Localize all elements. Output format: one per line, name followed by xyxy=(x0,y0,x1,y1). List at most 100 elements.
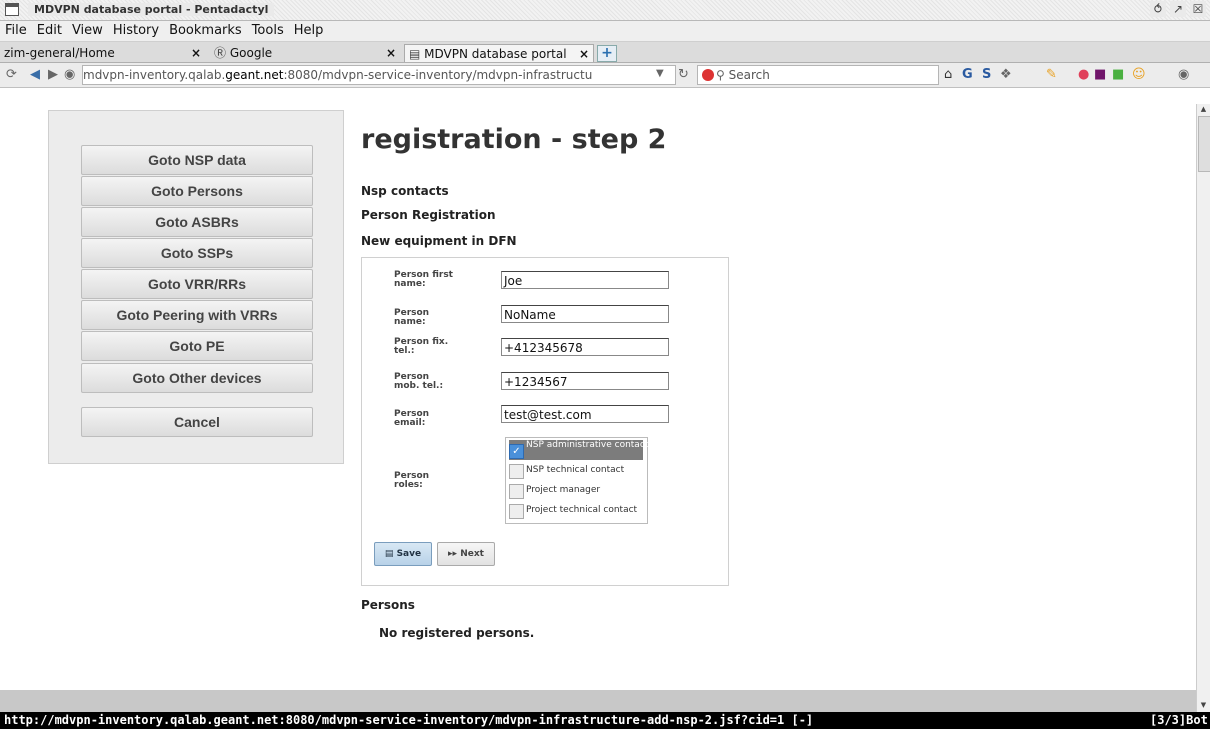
email-input[interactable]: test@test.com xyxy=(501,405,669,423)
vertical-scrollbar[interactable]: ▲ ▼ xyxy=(1196,104,1210,712)
page-footer-band xyxy=(0,690,1196,712)
tab-label: MDVPN database portal xyxy=(424,47,567,61)
extension-red-icon[interactable]: ● xyxy=(1078,67,1089,82)
status-position: [3/3]Bot xyxy=(1150,713,1208,727)
search-input[interactable]: ⚲ Search xyxy=(697,65,939,85)
goto-other-devices-button[interactable]: Goto Other devices xyxy=(81,363,313,393)
menu-file[interactable]: File xyxy=(0,21,32,38)
role-label: Project manager xyxy=(526,485,601,495)
page-content: Goto NSP data Goto Persons Goto ASBRs Go… xyxy=(0,88,1196,690)
no-persons-message: No registered persons. xyxy=(379,626,535,640)
page-icon: ▤ xyxy=(409,47,421,61)
section-person-registration: Person Registration xyxy=(361,208,496,222)
next-icon: ▸▸ xyxy=(448,549,458,559)
fix-tel-input[interactable]: +412345678 xyxy=(501,338,669,356)
role-project-manager[interactable]: Project manager xyxy=(509,482,643,500)
close-window-icon[interactable]: ☒ xyxy=(1190,1,1206,17)
tab-close-icon[interactable]: × xyxy=(191,44,201,62)
url-prefix: mdvpn-inventory.qalab. xyxy=(83,68,226,82)
google-icon: Ⓡ xyxy=(214,46,227,60)
window-title: MDVPN database portal - Pentadactyl xyxy=(28,3,275,16)
mob-tel-label: Person mob. tel.: xyxy=(394,372,444,391)
dropdown-icon[interactable]: ▼ xyxy=(656,68,664,79)
site-info-icon[interactable]: ◉ xyxy=(64,67,75,82)
pencil-icon[interactable]: ✎ xyxy=(1046,67,1057,82)
section-new-equipment: New equipment in DFN xyxy=(361,234,517,248)
goto-asbrs-button[interactable]: Goto ASBRs xyxy=(81,207,313,237)
menu-view[interactable]: View xyxy=(67,21,108,38)
home-icon[interactable]: ⌂ xyxy=(944,67,952,82)
role-label: NSP administrative contact xyxy=(526,440,649,450)
checkbox-icon[interactable] xyxy=(509,464,524,479)
menu-tools[interactable]: Tools xyxy=(247,21,289,38)
save-icon: ▤ xyxy=(384,549,394,559)
role-project-technical[interactable]: Project technical contact xyxy=(509,502,643,520)
tab-close-icon[interactable]: × xyxy=(386,44,396,62)
role-label: Project technical contact xyxy=(526,505,638,515)
role-nsp-technical[interactable]: NSP technical contact xyxy=(509,462,643,480)
url-path: :8080/mdvpn-service-inventory/mdvpn-infr… xyxy=(283,68,593,82)
tab-close-icon[interactable]: × xyxy=(579,45,589,62)
mob-tel-input[interactable]: +1234567 xyxy=(501,372,669,390)
cancel-button[interactable]: Cancel xyxy=(81,407,313,437)
extension-purple-icon[interactable]: ■ xyxy=(1094,67,1106,82)
role-nsp-admin[interactable]: ✓ NSP administrative contact xyxy=(509,440,648,460)
person-form: Person first name: Joe Person name: NoNa… xyxy=(361,257,729,586)
window-icon xyxy=(5,3,19,16)
first-name-input[interactable]: Joe xyxy=(501,271,669,289)
url-bar[interactable]: mdvpn-inventory.qalab.geant.net:8080/mdv… xyxy=(82,65,676,85)
extension-s-icon[interactable]: S xyxy=(982,67,991,82)
tab-zim-general[interactable]: zim-general/Home × xyxy=(0,44,205,62)
menu-help[interactable]: Help xyxy=(289,21,329,38)
smiley-icon[interactable]: ☺ xyxy=(1132,67,1146,82)
forward-icon[interactable]: ▶ xyxy=(48,67,58,82)
goto-vrr-rrs-button[interactable]: Goto VRR/RRs xyxy=(81,269,313,299)
first-name-label: Person first name: xyxy=(394,270,453,289)
next-button[interactable]: ▸▸ Next xyxy=(437,542,495,566)
goto-persons-button[interactable]: Goto Persons xyxy=(81,176,313,206)
roles-listbox[interactable]: ✓ NSP administrative contact NSP technic… xyxy=(505,437,648,524)
maximize-icon[interactable]: ↗ xyxy=(1170,1,1186,17)
tab-label: Google xyxy=(229,46,273,60)
tab-google[interactable]: Ⓡ Google × xyxy=(210,44,400,62)
translate-icon[interactable]: G xyxy=(962,67,973,82)
restore-icon[interactable]: ⥀ xyxy=(1150,1,1166,17)
reload-icon[interactable]: ↻ xyxy=(678,67,689,82)
scroll-down-icon[interactable]: ▼ xyxy=(1198,700,1209,710)
checkbox-icon[interactable] xyxy=(509,484,524,499)
goto-ssps-button[interactable]: Goto SSPs xyxy=(81,238,313,268)
url-host: geant.net xyxy=(225,68,284,82)
goto-nsp-data-button[interactable]: Goto NSP data xyxy=(81,145,313,175)
menu-edit[interactable]: Edit xyxy=(32,21,67,38)
new-tab-icon[interactable]: + xyxy=(597,45,617,62)
menu-icon[interactable]: ◉ xyxy=(1178,67,1189,82)
scrollbar-thumb[interactable] xyxy=(1198,116,1210,172)
checkbox-icon[interactable] xyxy=(509,504,524,519)
back-icon[interactable]: ◀ xyxy=(30,67,40,82)
sidebar: Goto NSP data Goto Persons Goto ASBRs Go… xyxy=(48,110,344,464)
search-icon: ⚲ xyxy=(716,68,725,82)
email-label: Person email: xyxy=(394,409,430,428)
search-placeholder: Search xyxy=(728,68,770,82)
scroll-up-icon[interactable]: ▲ xyxy=(1198,104,1209,114)
goto-pe-button[interactable]: Goto PE xyxy=(81,331,313,361)
search-engine-icon[interactable] xyxy=(702,69,714,81)
name-input[interactable]: NoName xyxy=(501,305,669,323)
navigation-bar: ⟳ ◀ ▶ ◉ mdvpn-inventory.qalab.geant.net:… xyxy=(0,63,1210,88)
save-label: Save xyxy=(396,549,422,559)
menu-history[interactable]: History xyxy=(108,21,164,38)
history-icon[interactable]: ⟳ xyxy=(6,67,17,82)
extension-green-icon[interactable]: ■ xyxy=(1112,67,1124,82)
next-label: Next xyxy=(460,549,484,559)
section-nsp-contacts: Nsp contacts xyxy=(361,184,449,198)
window-titlebar: MDVPN database portal - Pentadactyl ⥀ ↗ … xyxy=(0,0,1210,21)
checkbox-checked-icon[interactable]: ✓ xyxy=(509,444,524,459)
fix-tel-label: Person fix. tel.: xyxy=(394,337,449,356)
menu-bookmarks[interactable]: Bookmarks xyxy=(164,21,247,38)
save-button[interactable]: ▤ Save xyxy=(374,542,432,566)
roles-label: Person roles: xyxy=(394,471,430,490)
tab-bar: zim-general/Home × Ⓡ Google × ▤ MDVPN da… xyxy=(0,42,1210,63)
goto-peering-vrrs-button[interactable]: Goto Peering with VRRs xyxy=(81,300,313,330)
extension-icon[interactable]: ❖ xyxy=(1000,67,1012,82)
tab-mdvpn[interactable]: ▤ MDVPN database portal × xyxy=(404,44,594,62)
